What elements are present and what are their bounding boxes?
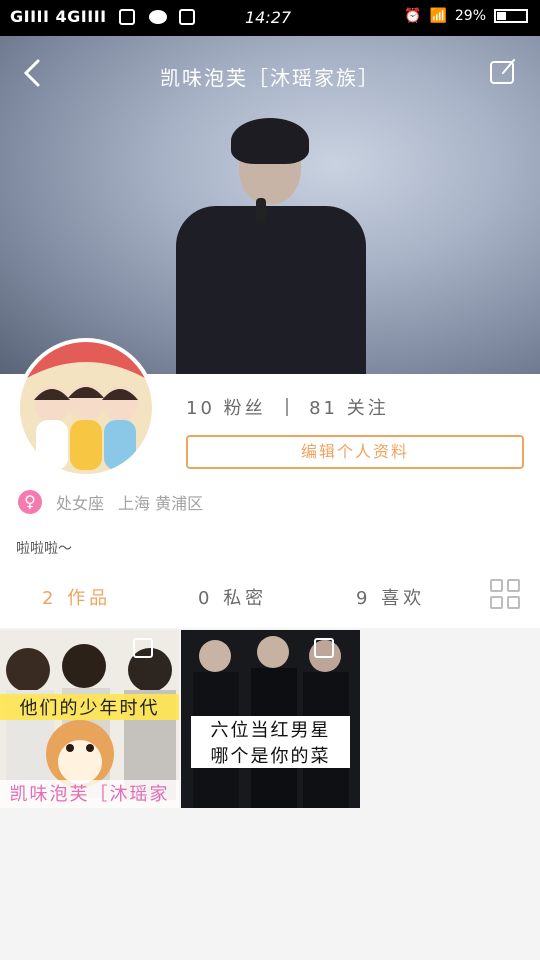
- tab-count: 9: [356, 588, 372, 609]
- avatar-illustration: [20, 342, 152, 474]
- cover-figure: [176, 118, 366, 374]
- profile-info: ♀ 处女座 上海 黄浦区: [18, 490, 203, 514]
- signal-text: GIIII 4GIIII: [10, 7, 107, 26]
- clock: 14:27: [245, 8, 292, 27]
- notification-icon: [118, 9, 135, 25]
- tab-label: 喜欢: [381, 588, 426, 609]
- female-gender-icon: ♀: [18, 490, 42, 514]
- status-bar: GIIII 4GIIII 14:27 ⏰ 📶 29%: [0, 0, 540, 36]
- tab-private[interactable]: 0 私密: [198, 584, 267, 610]
- work-title: 六位当红男星: [191, 716, 350, 742]
- work-subtitle: 凯味泡芙［沐瑶家族］: [0, 780, 179, 808]
- top-nav: 凯味泡芙［沐瑶家族］: [0, 36, 540, 112]
- figure-hair: [231, 118, 309, 164]
- tab-label: 作品: [67, 588, 112, 609]
- works-grid: 他们的少年时代 凯味泡芙［沐瑶家族］ 六位当红男星 哪个是你的菜: [0, 630, 360, 808]
- signal-indicator: GIIII 4GIIII: [10, 7, 195, 26]
- bio: 啦啦啦～: [16, 541, 72, 557]
- work-title: 他们的少年时代: [0, 694, 179, 720]
- status-right: ⏰ 📶 29%: [404, 8, 528, 24]
- grid-view-icon[interactable]: [490, 579, 520, 609]
- figure-body: [176, 206, 366, 374]
- battery-icon: [494, 9, 528, 23]
- following-stat[interactable]: 81 关注: [309, 398, 389, 419]
- work-thumbnail[interactable]: 六位当红男星 哪个是你的菜: [181, 630, 360, 808]
- share-icon[interactable]: [488, 56, 518, 86]
- wifi-icon: 📶: [429, 8, 447, 24]
- tab-likes[interactable]: 9 喜欢: [356, 584, 425, 610]
- fans-count: 10: [186, 398, 215, 419]
- alarm-icon: ⏰: [404, 8, 422, 24]
- content-tabs: 2 作品 0 私密 9 喜欢: [0, 574, 540, 626]
- following-count: 81: [309, 398, 339, 419]
- location: 上海 黄浦区: [118, 494, 204, 513]
- multi-image-icon: [133, 638, 153, 658]
- edit-profile-button[interactable]: 编辑个人资料: [186, 435, 524, 469]
- work-thumbnail[interactable]: 他们的少年时代 凯味泡芙［沐瑶家族］: [0, 630, 179, 808]
- work-subtitle: 哪个是你的菜: [191, 742, 350, 768]
- microphone: [256, 198, 266, 224]
- page-title: 凯味泡芙［沐瑶家族］: [160, 66, 380, 90]
- multi-image-icon: [314, 638, 334, 658]
- profile-stats: 10 粉丝 81 关注: [186, 394, 389, 420]
- avatar[interactable]: [16, 338, 156, 478]
- stats-divider: [286, 398, 289, 416]
- tab-count: 0: [198, 588, 214, 609]
- app-icon: [178, 9, 195, 25]
- fans-stat[interactable]: 10 粉丝: [186, 398, 274, 419]
- battery-percent: 29%: [454, 8, 486, 24]
- fans-label: 粉丝: [223, 398, 266, 419]
- message-icon: [148, 10, 167, 24]
- tab-works[interactable]: 2 作品: [42, 584, 111, 610]
- following-label: 关注: [346, 398, 389, 419]
- zodiac: 处女座: [56, 494, 105, 513]
- tab-count: 2: [42, 588, 58, 609]
- tab-label: 私密: [223, 588, 268, 609]
